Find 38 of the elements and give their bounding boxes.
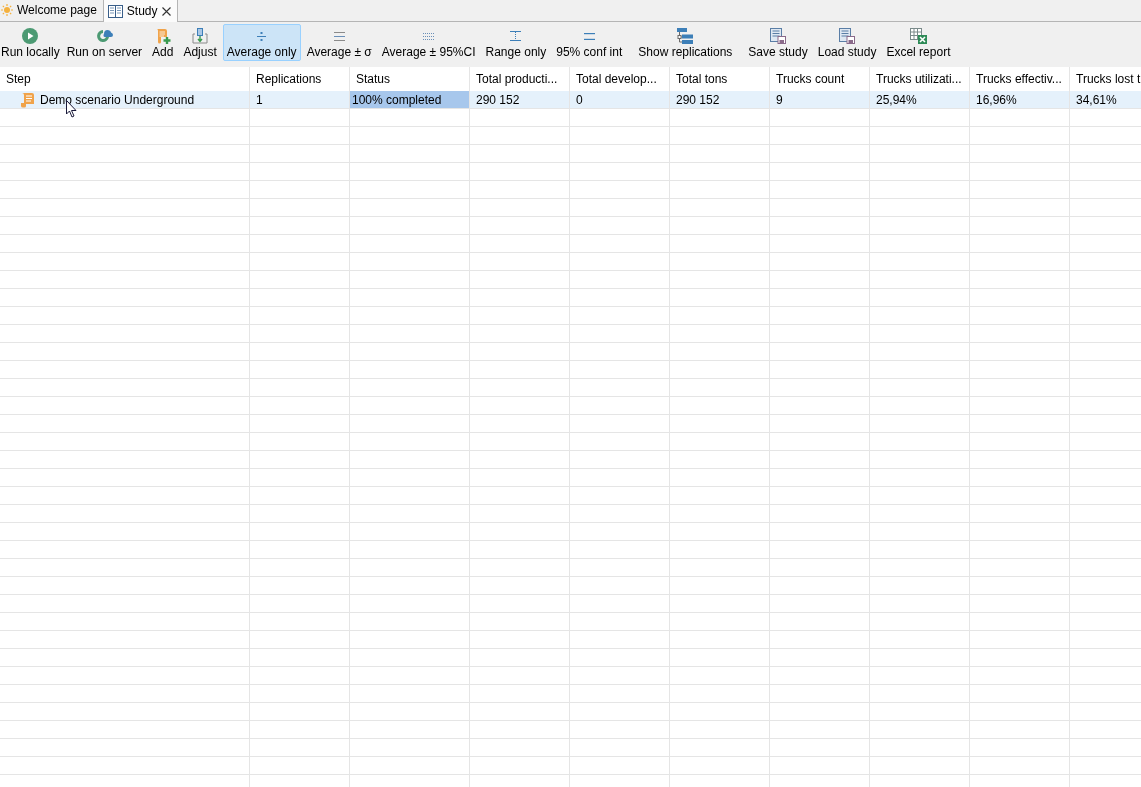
- scroll-icon: [20, 91, 36, 108]
- equals-icon: [583, 32, 595, 40]
- table-row[interactable]: Demo scenario Underground 1 100% completed 290 152 0 290 152 9 25,94% 16,96% 34,61%: [0, 91, 1141, 109]
- table-cell-text: 25,94%: [876, 91, 917, 109]
- table-cell-text: 9: [776, 91, 783, 109]
- editor-tab[interactable]: Study: [102, 0, 178, 22]
- column-header[interactable]: Status: [356, 70, 391, 88]
- document-disk-icon: [770, 28, 787, 44]
- divide-icon: [257, 31, 267, 41]
- cloud-refresh-icon: [95, 28, 114, 44]
- column-header[interactable]: Trucks utilizati...: [876, 70, 962, 88]
- column-header[interactable]: Total develop...: [576, 70, 657, 88]
- close-icon: [161, 6, 171, 16]
- spreadsheet-icon: [909, 28, 927, 44]
- range-icon: [510, 31, 522, 41]
- table-cell-text: 290 152: [676, 91, 720, 109]
- column-header[interactable]: Total tons: [676, 70, 728, 88]
- table-cell-text: 16,96%: [976, 91, 1017, 109]
- column-header[interactable]: Trucks count: [776, 70, 845, 88]
- box-arrow-icon: [192, 28, 209, 44]
- column-header[interactable]: Total producti...: [476, 70, 558, 88]
- toolbar-button[interactable]: Average only: [222, 24, 301, 61]
- book-icon: [107, 4, 123, 18]
- progress-label: 100% completed: [352, 92, 442, 108]
- table-cell-text: 34,61%: [1076, 91, 1117, 109]
- table-cell-text: 290 152: [476, 91, 520, 109]
- column-header[interactable]: Trucks effectiv...: [976, 70, 1062, 88]
- sun-icon: [1, 4, 13, 16]
- column-header[interactable]: Replications: [256, 70, 322, 88]
- step-name: Demo scenario Underground: [40, 91, 195, 109]
- lines-icon: [333, 31, 345, 41]
- table-cell-text: 0: [576, 91, 583, 109]
- dotted-lines-icon: [423, 32, 435, 40]
- table-cell-text: 1: [256, 91, 263, 109]
- tree-icon: [677, 28, 694, 44]
- play-icon: [22, 28, 39, 44]
- document-disk-icon: [839, 28, 856, 44]
- column-header[interactable]: Step: [6, 70, 31, 88]
